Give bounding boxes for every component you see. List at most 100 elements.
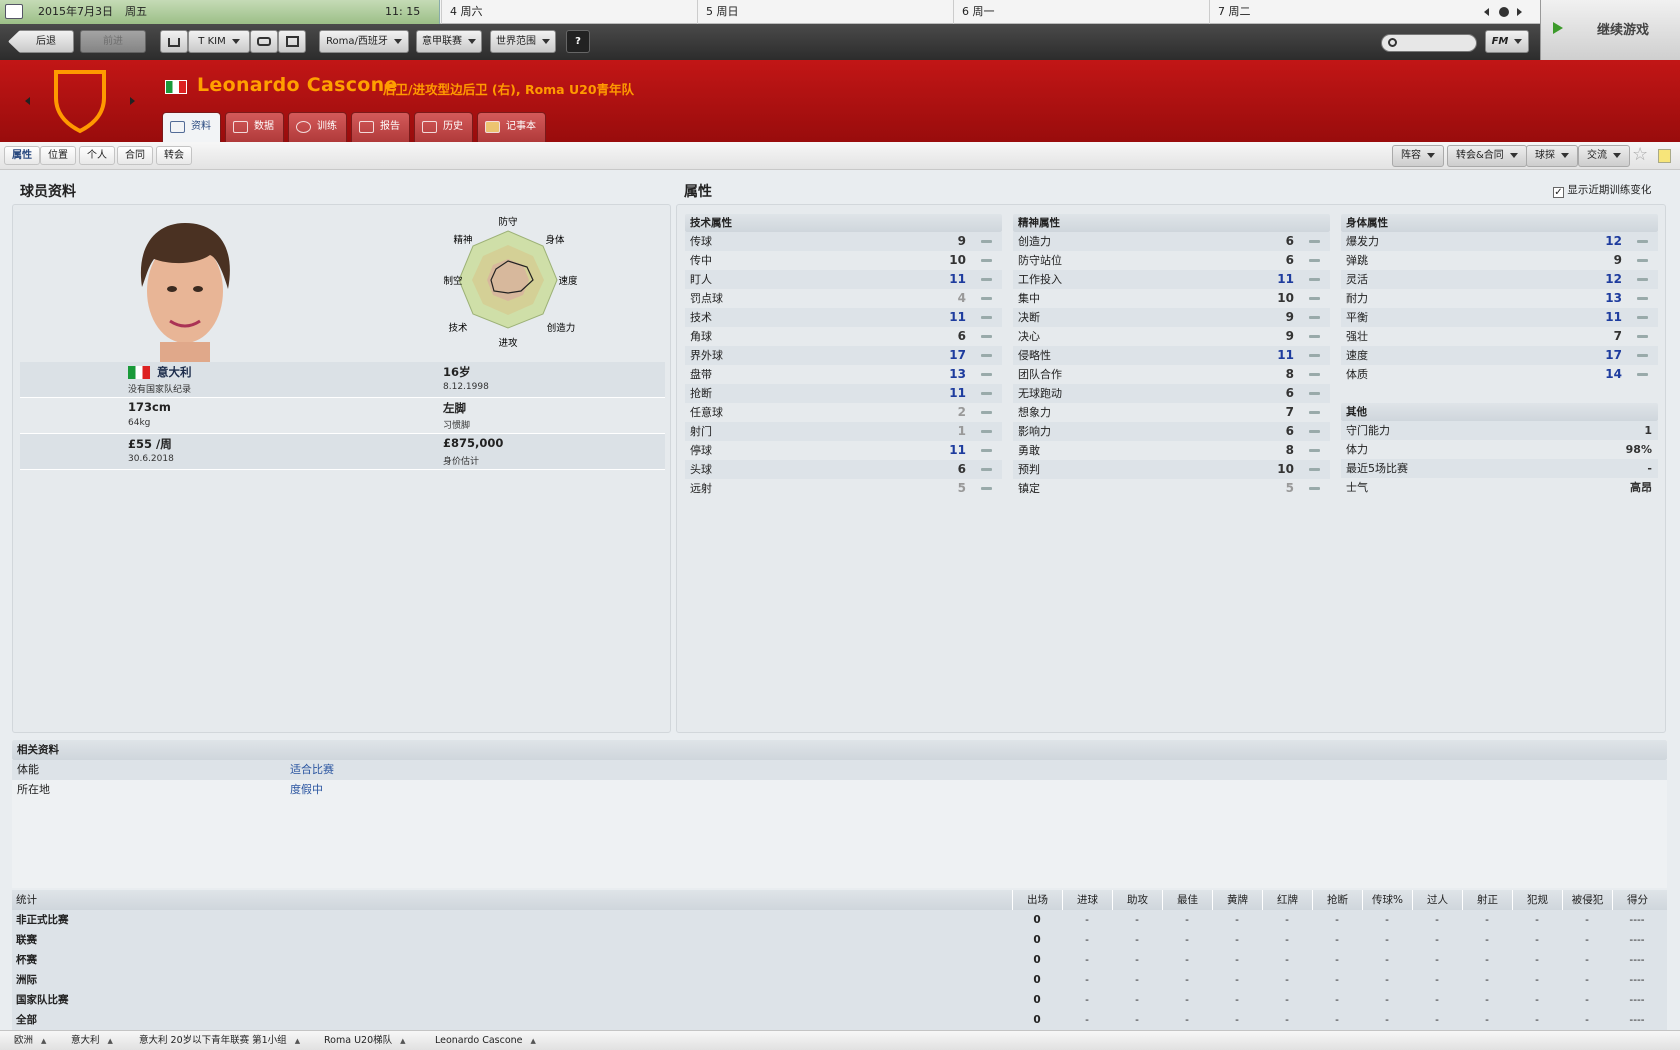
breadcrumb-item[interactable]: 意大利	[57, 1031, 113, 1050]
search-input[interactable]	[1381, 34, 1477, 52]
attribute-name: 盘带	[690, 368, 712, 381]
attribute-row: 决断 9	[1013, 308, 1330, 327]
news-button[interactable]	[278, 30, 306, 53]
show-training-checkbox[interactable]: ✓ 显示近期训练变化	[1553, 182, 1651, 198]
profile-info: 意大利 没有国家队纪录 16岁 8.12.1998 173cm 64kg 左脚 …	[20, 362, 665, 470]
forward-button[interactable]: 前进	[80, 30, 146, 53]
subtab-personal[interactable]: 个人	[79, 146, 115, 165]
tab-history[interactable]: 历史	[414, 112, 473, 142]
star-icon[interactable]: ☆	[1632, 144, 1648, 166]
stats-header-cell[interactable]: 传球%	[1362, 890, 1412, 910]
mental-header: 精神属性	[1013, 214, 1330, 232]
mental-rows: 创造力 6 防守站位 6 工作投入 11 集中 10 决断 9 决心 9 侵略性 11 团队合作 8 无球跑动 6…	[1013, 232, 1330, 498]
next-player-icon[interactable]	[130, 97, 135, 105]
squad-menu[interactable]: 阵容	[1392, 145, 1444, 167]
prev-player-icon[interactable]	[25, 97, 30, 105]
stats-header-cell[interactable]: 最佳	[1162, 890, 1212, 910]
calendar-day[interactable]: 6 周一	[953, 0, 1209, 24]
attribute-name: 远射	[690, 482, 712, 495]
trend-flat-icon	[1309, 354, 1320, 357]
attribute-value: 10	[949, 253, 966, 267]
fitness-status-link[interactable]: 适合比赛	[290, 760, 334, 780]
stats-header-cell[interactable]: 被侵犯	[1562, 890, 1612, 910]
trend-flat-icon	[1309, 335, 1320, 338]
subtab-positions[interactable]: 位置	[40, 146, 76, 165]
breadcrumb-item[interactable]: Leonardo Cascone	[421, 1031, 536, 1050]
radar-label: 制空	[443, 275, 462, 287]
attribute-name: 任意球	[690, 406, 723, 419]
calendar-day[interactable]: 5 周日	[697, 0, 953, 24]
physical-attributes: 身体属性 爆发力 12 弹跳 9 灵活 12 耐力 13 平衡 11 强壮 7 速度 17 体质 14	[1341, 214, 1658, 384]
subtab-transfer[interactable]: 转会	[156, 146, 192, 165]
calendar-next-icon[interactable]	[1517, 8, 1522, 16]
note-add-icon[interactable]	[1658, 149, 1671, 163]
home-button[interactable]	[160, 30, 188, 53]
calendar-today-icon[interactable]	[1499, 7, 1509, 17]
stats-header-cell[interactable]: 黄牌	[1212, 890, 1262, 910]
stats-cell: -	[1285, 914, 1289, 926]
stats-header-cell[interactable]: 犯规	[1512, 890, 1562, 910]
breadcrumb-item[interactable]: 欧洲	[0, 1031, 46, 1050]
location-status-link[interactable]: 度假中	[290, 780, 323, 800]
attribute-name: 团队合作	[1018, 368, 1062, 381]
nation[interactable]: 意大利	[157, 364, 192, 380]
attribute-value: 5	[1285, 481, 1294, 495]
stats-header-cell[interactable]: 统计	[16, 890, 216, 910]
attribute-row: 抢断 11	[685, 384, 1002, 403]
manager-menu[interactable]: T KIM	[188, 30, 250, 53]
league-menu[interactable]: 意甲联赛	[416, 30, 482, 53]
tab-notebook[interactable]: 记事本	[477, 112, 546, 142]
calendar-icon[interactable]	[5, 4, 23, 19]
stats-header-cell[interactable]: 过人	[1412, 890, 1462, 910]
tab-report[interactable]: 报告	[351, 112, 410, 142]
back-button[interactable]: 后退	[8, 30, 74, 53]
attribute-name: 传中	[690, 254, 712, 267]
attribute-row: 想象力 7	[1013, 403, 1330, 422]
attribute-name: 创造力	[1018, 235, 1051, 248]
stats-cell: -	[1135, 1014, 1139, 1026]
stats-header-row: 统计 出场 进球 助攻 最佳 黄牌 红牌 抢断 传球% 过人 射正 犯规 被侵犯 得分	[12, 890, 1667, 910]
calendar-prev-icon[interactable]	[1484, 8, 1489, 16]
attribute-value: 6	[1285, 424, 1294, 438]
stats-header-cell[interactable]: 抢断	[1312, 890, 1362, 910]
tab-profile[interactable]: 资料	[162, 112, 221, 142]
attribute-value: 10	[1277, 291, 1294, 305]
world-menu[interactable]: 世界范围	[490, 30, 556, 53]
breadcrumb-item[interactable]: 意大利 20岁以下青年联赛 第1小组	[125, 1031, 300, 1050]
transfer-contract-menu[interactable]: 转会&合同	[1447, 145, 1527, 167]
attribute-value: -	[1647, 462, 1652, 475]
attribute-value: 12	[1605, 272, 1622, 286]
tab-training[interactable]: 训练	[288, 112, 347, 142]
calendar-day[interactable]: 4 周六	[441, 0, 697, 24]
attribute-name: 体质	[1346, 368, 1368, 381]
stats-header-cell[interactable]: 助攻	[1112, 890, 1162, 910]
trend-flat-icon	[1309, 411, 1320, 414]
stats-header-cell[interactable]: 射正	[1462, 890, 1512, 910]
subtab-attributes[interactable]: 属性	[4, 146, 40, 165]
breadcrumb-item[interactable]: Roma U20梯队	[310, 1031, 406, 1050]
calendar-date: 2015年7月3日	[38, 5, 113, 18]
stats-row: 国家队比赛 0- - - - - - - - - - - ----	[12, 990, 1667, 1010]
current-date-cell[interactable]: 2015年7月3日 周五 11: 15	[0, 0, 440, 24]
scout-menu[interactable]: 球探	[1526, 145, 1578, 167]
related-label: 体能	[17, 763, 39, 776]
stats-header-cell[interactable]: 得分	[1612, 890, 1662, 910]
stats-header-cell[interactable]: 出场	[1012, 890, 1062, 910]
calendar-day[interactable]: 7 周二	[1209, 0, 1465, 24]
stats-cell: -	[1335, 974, 1339, 986]
stats-header-cell[interactable]: 进球	[1062, 890, 1112, 910]
continue-button[interactable]: 继续游戏	[1540, 0, 1680, 60]
inbox-button[interactable]	[250, 30, 278, 53]
team-menu[interactable]: Roma/西班牙	[319, 30, 409, 53]
fm-menu[interactable]: FM	[1485, 30, 1529, 53]
attribute-row: 平衡 11	[1341, 308, 1658, 327]
help-button[interactable]: ?	[566, 30, 590, 53]
stats-cell: -	[1135, 954, 1139, 966]
subtab-contract[interactable]: 合同	[117, 146, 153, 165]
stats-header-cell[interactable]: 红牌	[1262, 890, 1312, 910]
attribute-row: 盘带 13	[685, 365, 1002, 384]
tab-stats[interactable]: 数据	[225, 112, 284, 142]
interaction-menu[interactable]: 交流	[1578, 145, 1630, 167]
attribute-row: 罚点球 4	[685, 289, 1002, 308]
related-row: 所在地 度假中	[12, 780, 1667, 800]
